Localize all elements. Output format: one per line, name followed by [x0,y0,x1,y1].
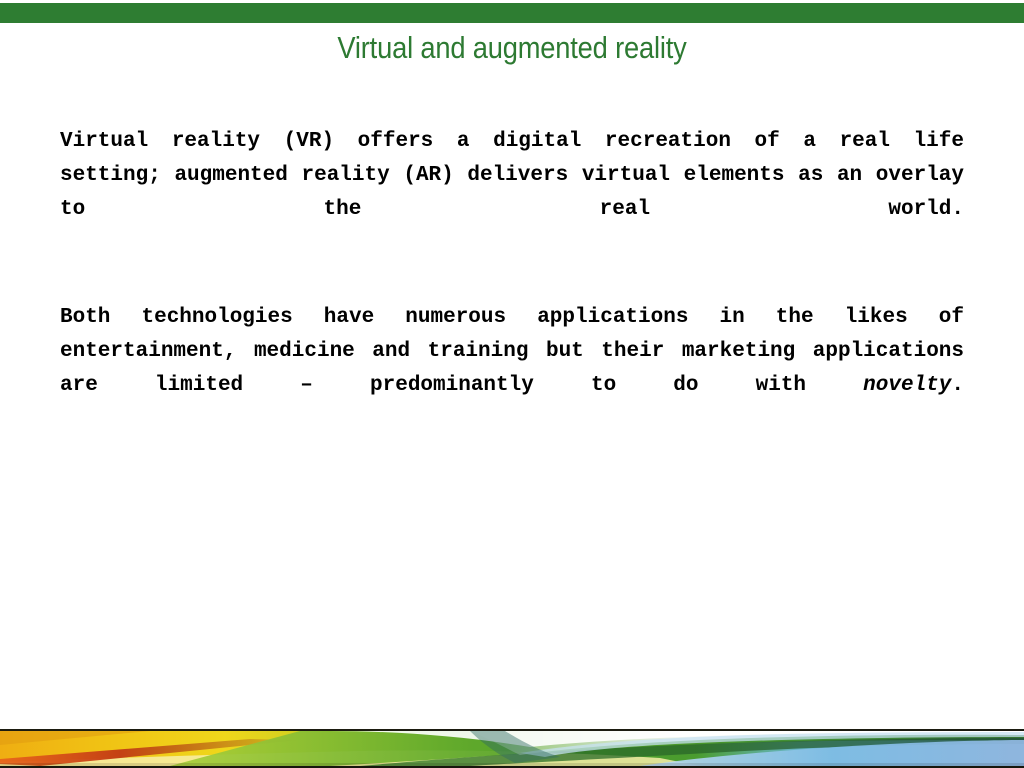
paragraph-2: Both technologies have numerous applicat… [60,301,964,437]
paragraph-2-emphasis: novelty [863,374,952,397]
page-title: Virtual and augmented reality [337,30,687,65]
slide-body: Virtual reality (VR) offers a digital re… [60,125,964,437]
footer-decorative-banner [0,729,1024,768]
top-accent-bar [0,3,1024,23]
footer-banner-graphic [0,731,1024,766]
paragraph-2-tail: . [951,374,964,397]
paragraph-2-lead: Both technologies have numerous applicat… [60,306,964,397]
paragraph-1: Virtual reality (VR) offers a digital re… [60,130,964,221]
